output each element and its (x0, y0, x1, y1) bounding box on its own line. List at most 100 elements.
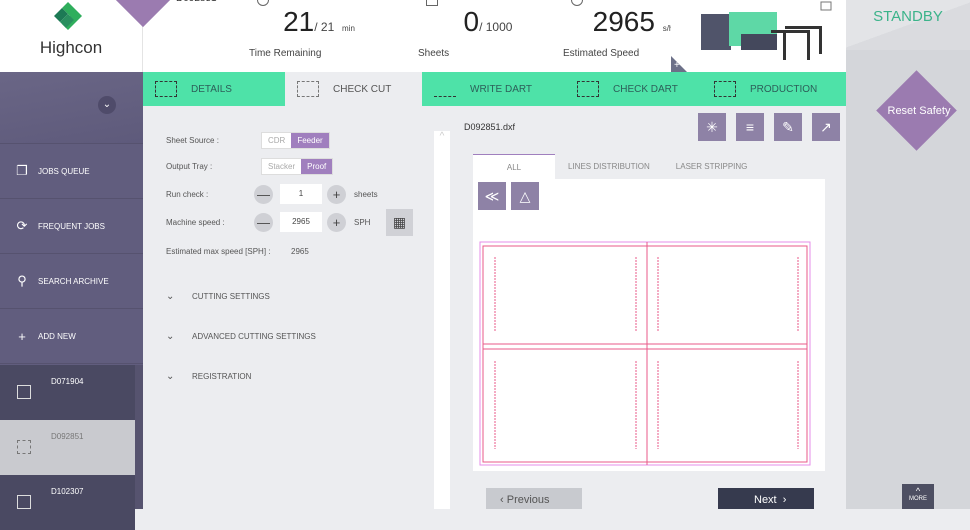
reset-safety-label: Reset Safety (887, 105, 951, 117)
sheet-source-toggle: CDR Feeder (261, 132, 330, 149)
sidebar-scrollbar[interactable] (135, 365, 143, 509)
option-cdr[interactable]: CDR (262, 133, 291, 148)
sidebar-item-add-new[interactable]: + ADD NEW (0, 309, 143, 364)
svg-text:+: + (674, 60, 680, 71)
calculator-icon[interactable]: ▦ (386, 209, 413, 236)
chevron-up-icon: ^ (439, 131, 445, 142)
frequent-jobs-icon: ⟳ (16, 218, 28, 233)
machine-speed-unit: SPH (354, 218, 371, 227)
crease-tool-icon[interactable]: ≪ (478, 182, 506, 210)
viewer-tab-all[interactable]: ALL (473, 154, 555, 179)
next-label: Next (754, 494, 777, 506)
job-title: D092851 (176, 0, 217, 4)
sidebar-item-jobs-queue[interactable]: ❐ JOBS QUEUE (0, 144, 143, 199)
accordion-label: CUTTING SETTINGS (192, 292, 270, 301)
tab-details[interactable]: DETAILS (143, 72, 285, 106)
triangle-tool-icon[interactable]: △ (511, 182, 539, 210)
stat-value: 21 (283, 6, 315, 37)
chevron-up-icon: ^ (915, 486, 921, 496)
run-check-input[interactable]: 1 (280, 184, 322, 204)
chevron-right-icon: › (776, 494, 787, 506)
job-name: D102307 (51, 487, 84, 496)
run-check-unit: sheets (354, 190, 378, 199)
tab-label: PRODUCTION (750, 83, 818, 95)
viewer-scrollbar[interactable]: ^ (434, 131, 450, 509)
sheets-icon (426, 0, 438, 6)
chevron-down-icon: ⌄ (166, 371, 175, 382)
highcon-logo-icon (54, 2, 82, 30)
stat-total: / 21 (314, 20, 335, 34)
chevron-down-icon: ⌄ (166, 331, 175, 342)
stat-label: Time Remaining (249, 48, 322, 59)
next-button[interactable]: Next › (718, 488, 814, 509)
job-name: D092851 (51, 432, 84, 441)
chevron-down-icon[interactable]: ⌄ (98, 96, 116, 114)
option-proof[interactable]: Proof (301, 159, 333, 174)
tab-label: WRITE DART (470, 83, 533, 95)
stat-sheets: 0/ 1000 Sheets (418, 0, 558, 59)
dieline-drawing (479, 241, 811, 466)
accordion-label: REGISTRATION (192, 372, 252, 381)
sheet-source-label: Sheet Source : (166, 136, 219, 145)
run-check-decrement[interactable]: — (254, 185, 273, 204)
line-spacing-tool-icon[interactable]: ≡ (736, 113, 764, 141)
sidebar-item-label: ADD NEW (38, 331, 76, 341)
more-button[interactable]: ^ MORE (902, 484, 934, 509)
machine-speed-decrement[interactable]: — (254, 213, 273, 232)
accordion-advanced-cutting-settings[interactable]: ⌄ ADVANCED CUTTING SETTINGS (166, 331, 316, 342)
sidebar-item-frequent-jobs[interactable]: ⟳ FREQUENT JOBS (0, 199, 143, 254)
workflow-tabs: DETAILS CHECK CUT WRITE DART CHECK DART … (143, 72, 846, 106)
accordion-label: ADVANCED CUTTING SETTINGS (192, 332, 316, 341)
viewer-tabs: ALL LINES DISTRIBUTION LASER STRIPPING (473, 154, 760, 179)
job-header: D092851 21/ 21 min Time Remaining 0/ 100… (111, 0, 673, 72)
job-list-item[interactable]: D102307 (0, 475, 135, 530)
reset-safety-button[interactable]: Reset Safety (876, 70, 958, 152)
tab-production[interactable]: PRODUCTION (702, 72, 846, 106)
dxf-canvas[interactable]: ≪ △ (473, 179, 825, 471)
option-feeder[interactable]: Feeder (291, 133, 329, 148)
details-icon (155, 81, 177, 97)
machine-illustration-icon: + (671, 1, 832, 72)
search-icon: ⚲ (17, 273, 27, 288)
est-max-speed-value: 2965 (291, 247, 309, 256)
accordion-cutting-settings[interactable]: ⌄ CUTTING SETTINGS (166, 291, 270, 302)
sidebar-item-label: FREQUENT JOBS (38, 221, 105, 231)
laser-tool-icon[interactable]: ✳ (698, 113, 726, 141)
machine-image[interactable]: + (671, 0, 846, 72)
tab-write-dart[interactable]: WRITE DART (422, 72, 565, 106)
option-stacker[interactable]: Stacker (262, 159, 301, 174)
more-label: MORE (909, 496, 927, 502)
run-check-label: Run check : (166, 190, 209, 199)
check-dart-icon (577, 81, 599, 97)
sidebar-item-search-archive[interactable]: ⚲ SEARCH ARCHIVE (0, 254, 143, 309)
expand-icon[interactable]: ↗ (812, 113, 840, 141)
output-tray-label: Output Tray : (166, 162, 213, 171)
check-cut-icon (17, 440, 31, 454)
jobs-queue-icon: ❐ (16, 163, 28, 178)
tab-check-cut[interactable]: CHECK CUT (285, 72, 422, 106)
tab-check-dart[interactable]: CHECK DART (565, 72, 702, 106)
previous-label: Previous (506, 494, 550, 506)
machine-speed-increment[interactable]: + (327, 213, 346, 232)
output-tray-toggle: Stacker Proof (261, 158, 334, 175)
job-list-item-selected[interactable]: D092851 (0, 420, 135, 475)
stat-label: Sheets (418, 48, 450, 59)
dxf-filename: D092851.dxf (464, 122, 516, 132)
sidebar-item-label: JOBS QUEUE (38, 166, 90, 176)
production-icon (714, 81, 736, 97)
details-icon (17, 495, 31, 509)
stat-total: / 1000 (479, 20, 513, 34)
tab-label: DETAILS (191, 83, 232, 95)
edit-pencil-icon[interactable]: ✎ (774, 113, 802, 141)
accordion-registration[interactable]: ⌄ REGISTRATION (166, 371, 251, 382)
previous-button[interactable]: ‹ Previous (486, 488, 582, 509)
job-list-item[interactable]: D071904 (0, 365, 135, 420)
stat-time-remaining: 21/ 21 min Time Remaining (249, 0, 389, 59)
machine-speed-input[interactable]: 2965 (280, 212, 322, 232)
viewer-tab-lines-distribution[interactable]: LINES DISTRIBUTION (555, 154, 663, 179)
plus-icon: + (18, 328, 26, 344)
run-check-increment[interactable]: + (327, 185, 346, 204)
machine-speed-label: Machine speed : (166, 218, 225, 227)
chevron-down-icon: ⌄ (166, 291, 175, 302)
viewer-tab-laser-stripping[interactable]: LASER STRIPPING (663, 154, 761, 179)
